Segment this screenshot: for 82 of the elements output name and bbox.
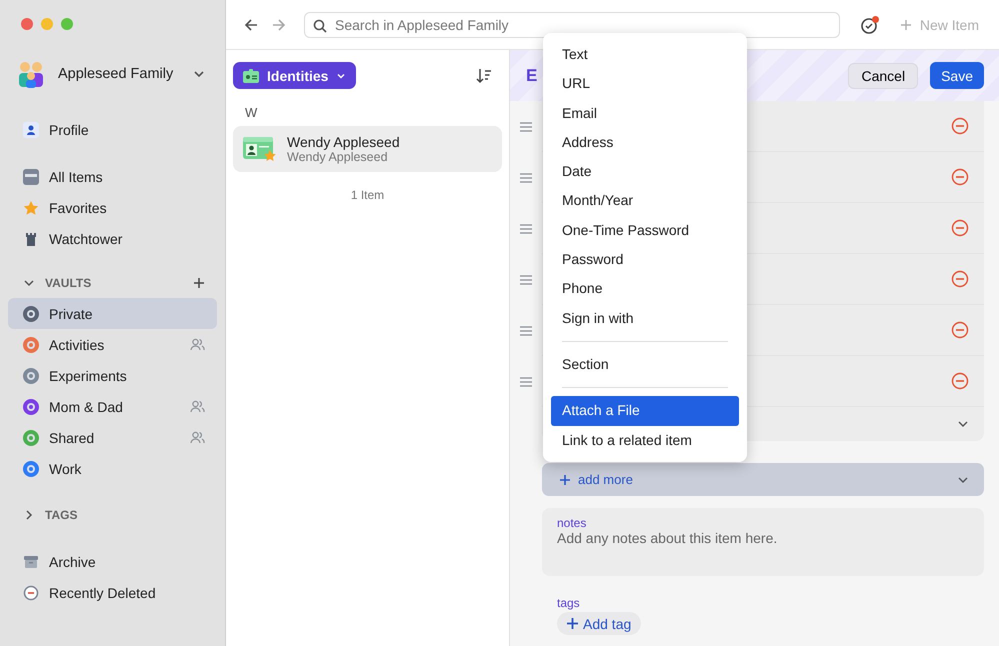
list-item[interactable]: Wendy Appleseed Wendy Appleseed — [233, 126, 502, 172]
close-button[interactable] — [21, 18, 33, 30]
search-icon — [313, 18, 327, 32]
plus-icon — [567, 618, 578, 629]
search-field[interactable]: Search in Appleseed Family — [304, 12, 840, 38]
menu-item[interactable]: Password — [551, 245, 739, 274]
menu-item[interactable]: Date — [551, 157, 739, 186]
menu-item[interactable]: Month/Year — [551, 186, 739, 216]
item-subtitle: Wendy Appleseed — [287, 150, 389, 164]
drag-handle-icon[interactable] — [520, 172, 532, 182]
plus-icon — [900, 18, 912, 30]
tray-icon — [23, 168, 39, 184]
archive-icon — [23, 554, 39, 570]
notes-card[interactable]: notes Add any notes about this item here. — [542, 508, 984, 576]
item-title: Wendy Appleseed — [287, 134, 400, 150]
zoom-button[interactable] — [61, 18, 73, 30]
save-button[interactable]: Save — [930, 62, 984, 89]
star-icon — [23, 200, 39, 216]
vault-item[interactable]: Private — [8, 298, 217, 329]
drag-handle-icon[interactable] — [520, 326, 532, 336]
item-count: 1 Item — [350, 188, 386, 202]
menu-item[interactable]: Address — [551, 128, 739, 158]
menu-item[interactable]: Phone — [551, 274, 739, 304]
vault-item[interactable]: Experiments — [8, 360, 217, 391]
add-tag-button[interactable]: Add tag — [557, 612, 642, 635]
vault-item[interactable]: Work — [8, 453, 217, 484]
family-icon — [16, 59, 46, 89]
vault-icon — [23, 368, 39, 384]
vault-icon — [23, 460, 39, 476]
back-icon[interactable] — [244, 18, 258, 32]
add-more-button[interactable]: add more — [542, 463, 984, 496]
menu-item[interactable]: Email — [551, 98, 739, 128]
menu-item[interactable]: Section — [551, 350, 739, 380]
remove-icon[interactable] — [951, 321, 969, 339]
vault-icon — [23, 306, 39, 322]
editor-title: E — [526, 66, 538, 86]
sidebar-item[interactable]: Profile — [8, 114, 217, 145]
sidebar-item[interactable]: Favorites — [8, 192, 217, 223]
sidebar-item[interactable]: Recently Deleted — [8, 577, 217, 608]
notification-icon[interactable] — [860, 14, 880, 34]
id-card-icon — [243, 68, 259, 82]
forward-icon[interactable] — [272, 18, 286, 32]
remove-icon[interactable] — [951, 270, 969, 288]
restore-icon — [23, 584, 39, 600]
remove-icon[interactable] — [951, 117, 969, 135]
sidebar-item[interactable]: All Items — [8, 161, 217, 192]
vaults-header[interactable]: VAULTS — [8, 268, 217, 298]
drag-handle-icon[interactable] — [520, 376, 532, 386]
vault-item[interactable]: Activities — [8, 329, 217, 360]
menu-item[interactable]: URL — [551, 69, 739, 99]
section-letter: W — [244, 104, 258, 122]
cancel-button[interactable]: Cancel — [848, 62, 918, 88]
account-switcher[interactable]: Appleseed Family — [8, 48, 217, 90]
menu-item[interactable]: Link to a related item — [551, 426, 739, 455]
menu-item[interactable]: Text — [551, 40, 739, 70]
drag-handle-icon[interactable] — [520, 224, 532, 234]
tower-icon — [23, 230, 39, 246]
vault-item[interactable]: Mom & Dad — [8, 391, 217, 422]
category-filter-button[interactable]: Identities — [233, 62, 356, 89]
drag-handle-icon[interactable] — [520, 122, 532, 132]
tags-label: tags — [557, 596, 580, 610]
menu-item[interactable]: Attach a File — [551, 396, 739, 426]
plus-icon — [560, 474, 570, 484]
notes-label: notes — [557, 516, 588, 530]
vault-icon — [23, 430, 39, 446]
add-vault-icon[interactable] — [193, 277, 205, 289]
sidebar-item[interactable]: Watchtower — [8, 223, 217, 254]
remove-icon[interactable] — [951, 168, 969, 186]
sort-icon[interactable] — [476, 68, 492, 84]
vault-icon — [23, 336, 39, 352]
drag-handle-icon[interactable] — [520, 274, 532, 284]
remove-icon[interactable] — [951, 219, 969, 237]
person-icon — [23, 122, 39, 138]
identity-card-icon — [243, 135, 277, 163]
vault-icon — [23, 398, 39, 414]
tags-header[interactable]: TAGS — [8, 500, 217, 530]
remove-icon[interactable] — [951, 372, 969, 390]
sidebar-item[interactable]: Archive — [8, 546, 217, 577]
menu-item[interactable]: One-Time Password — [551, 216, 739, 246]
vault-item[interactable]: Shared — [8, 422, 217, 453]
menu-item[interactable]: Sign in with — [551, 304, 739, 333]
notes-field[interactable]: Add any notes about this item here. — [557, 530, 969, 552]
